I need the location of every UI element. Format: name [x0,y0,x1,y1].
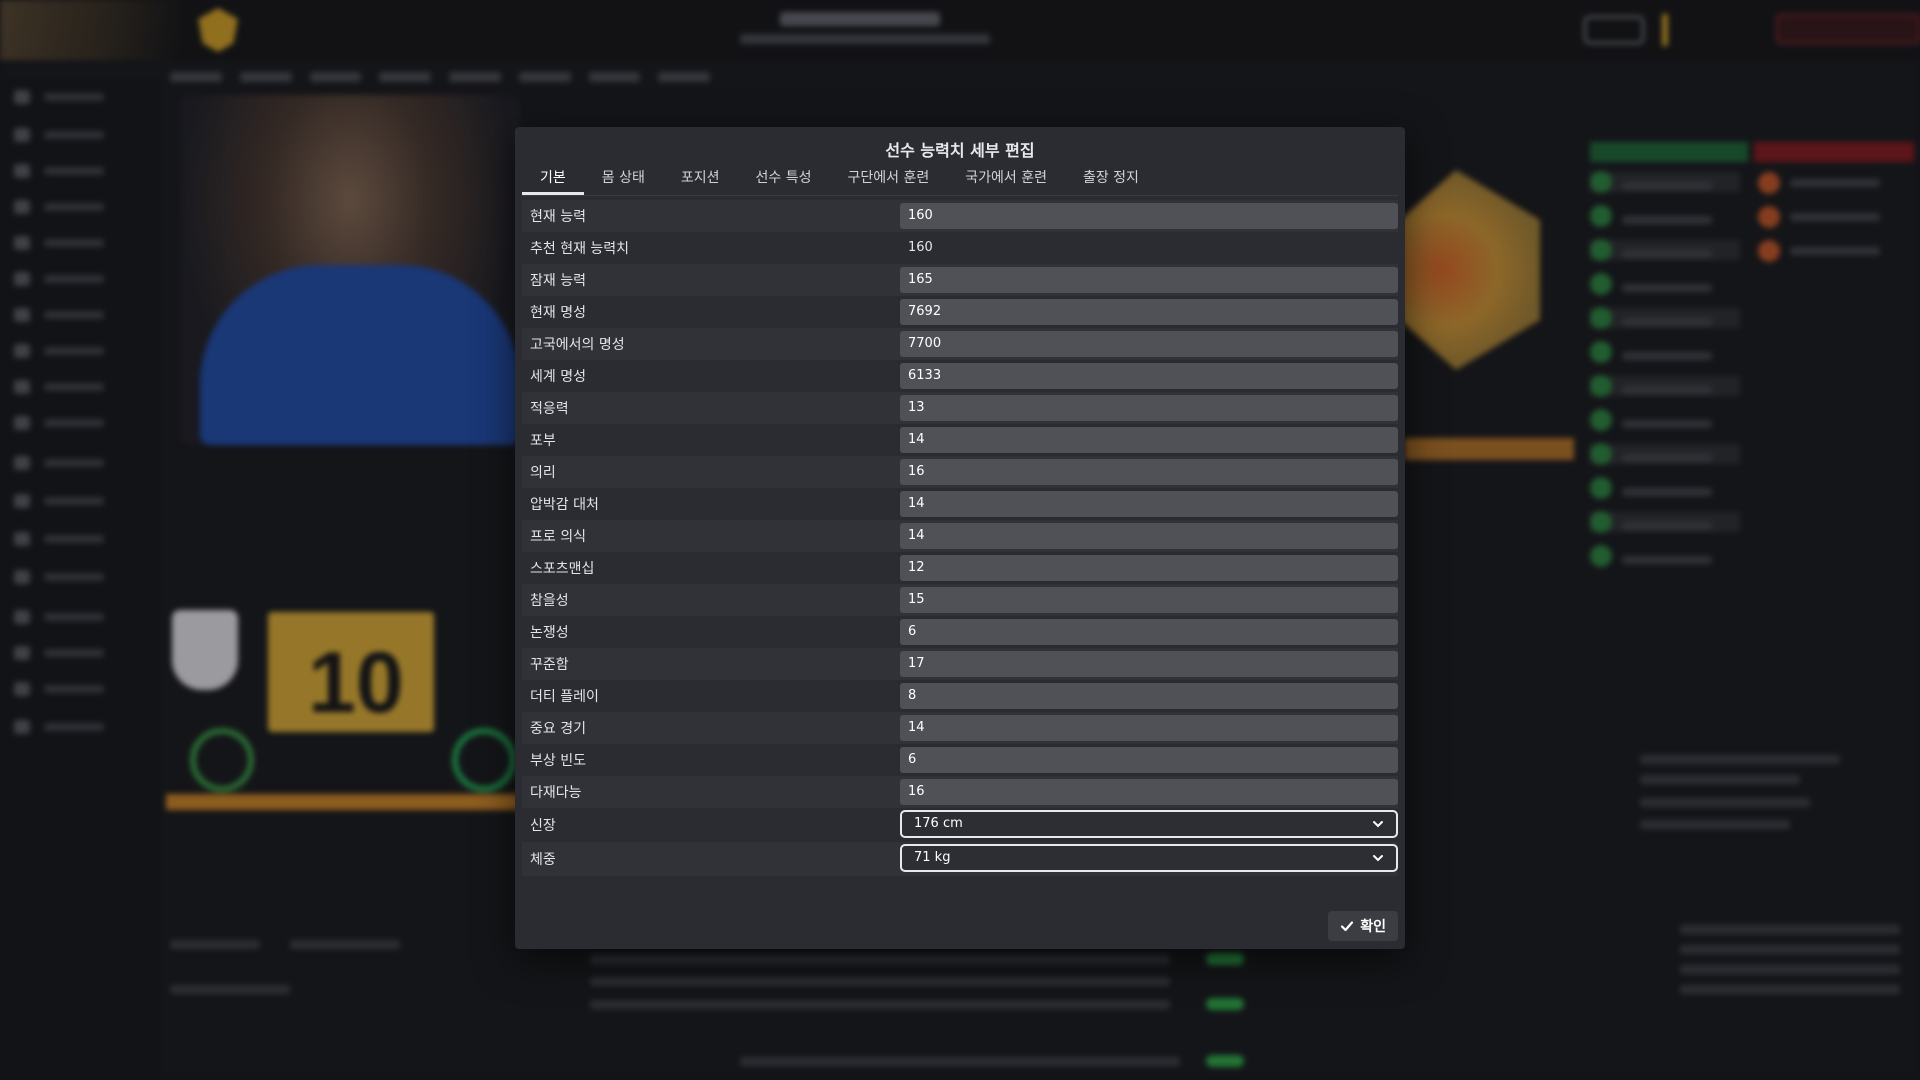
attribute-row: 세계 명성 6133 [522,360,1398,392]
attribute-label: 꾸준함 [530,657,569,673]
attribute-label: 의리 [530,465,556,481]
attribute-label: 참을성 [530,593,569,609]
attribute-label: 프로 의식 [530,529,586,545]
attribute-row: 참을성 15 [522,584,1398,616]
attribute-input[interactable]: 160 [900,203,1398,229]
confirm-button[interactable]: 확인 [1328,911,1398,941]
attribute-input[interactable]: 14 [900,715,1398,741]
attribute-input[interactable]: 8 [900,683,1398,709]
attribute-label: 적응력 [530,401,569,417]
attribute-row: 꾸준함 17 [522,648,1398,680]
attribute-input[interactable]: 15 [900,587,1398,613]
dialog-title: 선수 능력치 세부 편집 [885,141,1035,160]
attribute-row: 부상 빈도 6 [522,744,1398,776]
tab-bar: 기본 몸 상태 포지션 선수 특성 구단에서 훈련 국가에서 훈련 출장 정지 [522,163,1157,195]
confirm-label: 확인 [1360,919,1386,935]
attribute-dropdown[interactable]: 71 kg [900,844,1398,872]
check-icon [1341,921,1354,932]
attribute-label: 압박감 대처 [530,497,599,513]
attribute-row: 고국에서의 명성 7700 [522,328,1398,360]
attribute-label: 현재 능력 [530,209,586,225]
attribute-readonly-value: 160 [908,240,933,255]
attribute-input[interactable]: 7692 [900,299,1398,325]
attribute-input[interactable]: 14 [900,491,1398,517]
tab-0[interactable]: 기본 [522,163,584,195]
attribute-row: 더티 플레이 8 [522,680,1398,712]
attribute-input[interactable]: 6 [900,619,1398,645]
attribute-input[interactable]: 13 [900,395,1398,421]
attribute-row: 중요 경기 14 [522,712,1398,744]
attribute-label: 다재다능 [530,785,582,801]
attribute-row: 체중 71 kg [522,842,1398,876]
attribute-label: 세계 명성 [530,369,586,385]
attribute-row: 압박감 대처 14 [522,488,1398,520]
attribute-input[interactable]: 7700 [900,331,1398,357]
attribute-row: 프로 의식 14 [522,520,1398,552]
attribute-edit-dialog: 선수 능력치 세부 편집 기본 몸 상태 포지션 선수 특성 구단에서 훈련 국가에서 훈… [515,127,1405,949]
tab-6[interactable]: 출장 정지 [1065,163,1157,195]
attribute-label: 스포츠맨십 [530,561,595,577]
tab-1[interactable]: 몸 상태 [584,163,663,195]
attribute-input[interactable]: 12 [900,555,1398,581]
attribute-label: 논쟁성 [530,625,569,641]
dropdown-value: 71 kg [914,850,951,865]
attribute-label: 잠재 능력 [530,273,586,289]
attribute-row: 잠재 능력 165 [522,264,1398,296]
dropdown-value: 176 cm [914,816,963,831]
attribute-label: 신장 [530,818,556,834]
tab-5[interactable]: 국가에서 훈련 [947,163,1065,195]
attribute-label: 더티 플레이 [530,689,599,705]
attribute-input[interactable]: 6 [900,747,1398,773]
tab-2[interactable]: 포지션 [663,163,738,195]
attribute-input[interactable]: 6133 [900,363,1398,389]
attribute-input[interactable]: 17 [900,651,1398,677]
attribute-label: 체중 [530,852,556,868]
attribute-row: 현재 명성 7692 [522,296,1398,328]
attribute-row: 스포츠맨십 12 [522,552,1398,584]
attribute-row: 의리 16 [522,456,1398,488]
attribute-label: 부상 빈도 [530,753,586,769]
attribute-label: 중요 경기 [530,721,586,737]
attribute-row: 적응력 13 [522,392,1398,424]
attribute-label: 포부 [530,433,556,449]
attribute-row: 신장 176 cm [522,808,1398,842]
tab-3[interactable]: 선수 특성 [738,163,830,195]
tab-4[interactable]: 구단에서 훈련 [829,163,947,195]
chevron-down-icon [1373,855,1383,862]
attribute-input[interactable]: 14 [900,427,1398,453]
attribute-input[interactable]: 16 [900,459,1398,485]
attribute-label: 고국에서의 명성 [530,337,625,353]
tab-divider [522,195,1398,196]
attribute-row: 추천 현재 능력치 160 [522,232,1398,264]
attribute-row: 포부 14 [522,424,1398,456]
attribute-input[interactable]: 165 [900,267,1398,293]
attribute-row: 논쟁성 6 [522,616,1398,648]
attribute-input[interactable]: 14 [900,523,1398,549]
attribute-dropdown[interactable]: 176 cm [900,810,1398,838]
chevron-down-icon [1373,821,1383,828]
attribute-label: 현재 명성 [530,305,586,321]
attribute-list: 현재 능력 160 추천 현재 능력치 160 잠재 능력 165 현재 명성 7692 고국에… [522,200,1398,876]
attribute-label: 추천 현재 능력치 [530,241,630,257]
attribute-row: 현재 능력 160 [522,200,1398,232]
attribute-input[interactable]: 16 [900,779,1398,805]
attribute-row: 다재다능 16 [522,776,1398,808]
